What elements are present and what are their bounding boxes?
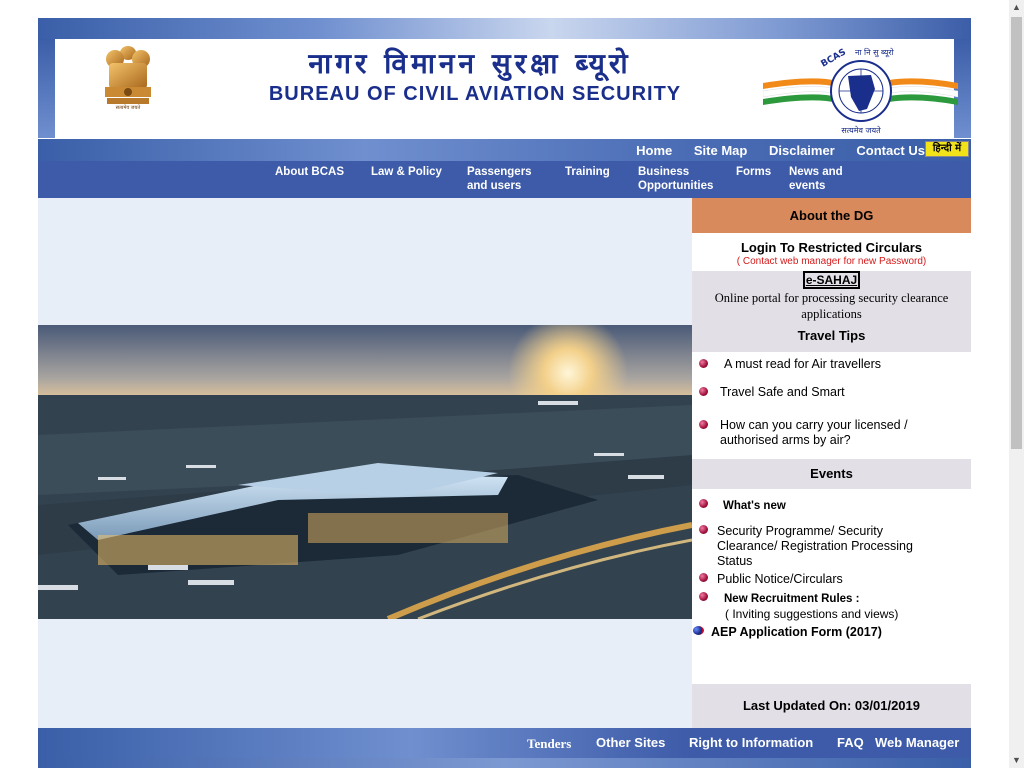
nav-home-link[interactable]: Home	[636, 143, 672, 158]
whats-new-link[interactable]: What's new	[723, 499, 786, 514]
bullet-icon	[699, 592, 708, 601]
banner-left-border	[38, 39, 55, 138]
content-area	[38, 198, 692, 728]
header-banner: सत्यमेव जयते नागर विमानन सुरक्षा ब्यूरो …	[55, 39, 958, 138]
bullet-icon	[699, 359, 708, 368]
nav-label: Training	[565, 166, 610, 178]
last-updated: Last Updated On: 03/01/2019	[692, 684, 971, 728]
footer-faq-link[interactable]: FAQ	[837, 735, 864, 750]
events-heading: Events	[692, 459, 971, 489]
bullet-icon	[699, 573, 708, 582]
english-title: BUREAU OF CIVIL AVIATION SECURITY	[268, 83, 682, 105]
login-box: Login To Restricted Circulars ( Contact …	[692, 233, 971, 271]
hindi-language-button[interactable]: हिन्दी में	[925, 141, 969, 157]
svg-text:सत्यमेव जयते: सत्यमेव जयते	[116, 104, 141, 111]
nav-disclaimer-link[interactable]: Disclaimer	[769, 143, 835, 158]
nav-label: Forms	[736, 166, 772, 178]
nav-training[interactable]: Training	[565, 165, 610, 179]
footer-rti-link[interactable]: Right to Information	[689, 735, 813, 750]
bullet-icon	[693, 626, 704, 635]
nav-forms[interactable]: Forms	[736, 165, 771, 179]
nav-passengers[interactable]: Passengers and users	[467, 165, 532, 193]
scrollbar-thumb[interactable]	[1011, 17, 1022, 449]
national-emblem-icon: सत्यमेव जयते	[105, 46, 151, 111]
page: सत्यमेव जयते नागर विमानन सुरक्षा ब्यूरो …	[38, 18, 971, 768]
nav-label-line1: Passengers	[467, 166, 532, 178]
public-notice-link[interactable]: Public Notice/Circulars	[717, 572, 843, 587]
footer-tenders-link[interactable]: Tenders	[527, 736, 571, 752]
recruitment-rules-link[interactable]: New Recruitment Rules :	[724, 592, 859, 607]
nav-news-events[interactable]: News and events	[789, 165, 843, 193]
logo-motto-text: सत्यमेव जयते	[841, 125, 881, 135]
travel-tips-heading: Travel Tips	[692, 325, 971, 352]
nav-business[interactable]: Business Opportunities	[638, 165, 713, 193]
nav-label-line2: and users	[467, 180, 522, 192]
nav-label-line1: News and	[789, 166, 843, 178]
main-nav: About BCAS Law & Policy Passengers and u…	[38, 161, 971, 198]
bottom-decorative-strip	[38, 758, 971, 768]
security-programme-link[interactable]: Security Programme/ Security Clearance/ …	[717, 524, 942, 569]
footer-nav: Tenders Other Sites Right to Information…	[38, 728, 971, 758]
travel-tip-must-read[interactable]: A must read for Air travellers	[724, 357, 964, 372]
bullet-icon	[699, 499, 708, 508]
nav-label-line2: Opportunities	[638, 180, 714, 192]
esahaj-button[interactable]: e-SAHAJ	[802, 271, 861, 289]
airport-hero-image	[38, 325, 692, 619]
about-dg-link[interactable]: About the DG	[692, 198, 971, 233]
login-note: ( Contact web manager for new Password)	[736, 256, 927, 267]
logo-hindi-text: ना नि सु ब्यूरो	[855, 47, 895, 58]
nav-label-line1: Business	[638, 166, 690, 178]
nav-label: About BCAS	[275, 166, 344, 178]
bullet-icon	[699, 420, 708, 429]
vertical-scrollbar[interactable]: ▲ ▼	[1009, 0, 1024, 768]
events-list: What's new Security Programme/ Security …	[692, 489, 971, 684]
bcas-logo-icon: BCAS ना नि सु ब्यूरो सत्यमेव जयते	[763, 47, 958, 135]
footer-web-manager-link[interactable]: Web Manager	[875, 735, 959, 750]
nav-label-line2: events	[789, 180, 826, 192]
esahaj-description: Online portal for processing security cl…	[714, 291, 949, 321]
nav-sitemap-link[interactable]: Site Map	[694, 143, 747, 158]
utility-nav: Home Site Map Disclaimer Contact Us हिन्…	[38, 139, 971, 161]
travel-tip-safe-smart[interactable]: Travel Safe and Smart	[720, 385, 960, 400]
top-decorative-strip	[38, 18, 971, 39]
nav-label: Law & Policy	[371, 166, 442, 178]
login-restricted-link[interactable]: Login To Restricted Circulars	[692, 240, 971, 255]
hindi-title: नागर विमानन सुरक्षा ब्यूरो	[308, 47, 632, 80]
nav-about-bcas[interactable]: About BCAS	[275, 165, 344, 179]
right-sidebar: About the DG Login To Restricted Circula…	[692, 198, 971, 728]
nav-law-policy[interactable]: Law & Policy	[371, 165, 442, 179]
bullet-icon	[699, 525, 708, 534]
utility-links: Home Site Map Disclaimer Contact Us	[618, 143, 925, 158]
bullet-icon	[699, 387, 708, 396]
scroll-down-arrow-icon[interactable]: ▼	[1009, 753, 1024, 768]
aep-form-link[interactable]: AEP Application Form (2017)	[711, 625, 882, 640]
travel-tips-list: A must read for Air travellers Travel Sa…	[692, 352, 971, 459]
footer-other-sites-link[interactable]: Other Sites	[596, 735, 665, 750]
esahaj-box: e-SAHAJ Online portal for processing sec…	[692, 271, 971, 325]
travel-tip-arms[interactable]: How can you carry your licensed / author…	[720, 418, 935, 448]
recruitment-note: ( Inviting suggestions and views)	[725, 607, 899, 621]
nav-contact-link[interactable]: Contact Us	[856, 143, 925, 158]
scroll-up-arrow-icon[interactable]: ▲	[1009, 0, 1024, 15]
